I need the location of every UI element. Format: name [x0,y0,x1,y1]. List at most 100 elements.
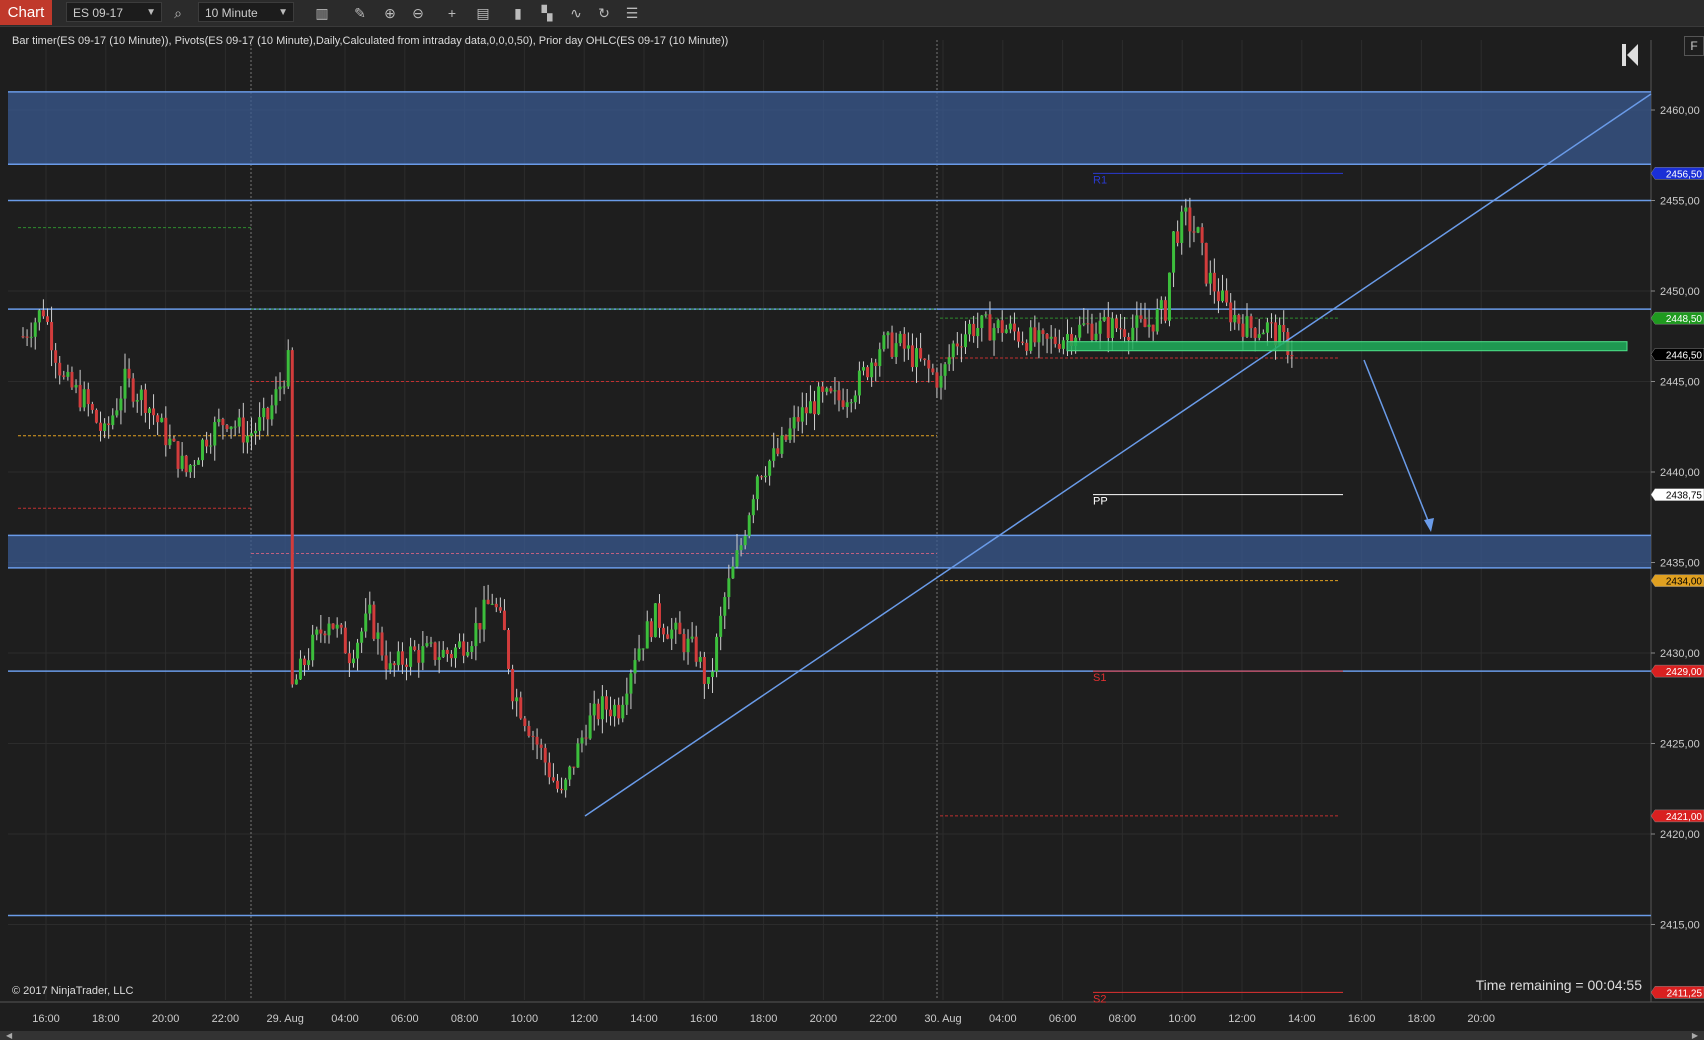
price-zone[interactable] [8,91,1651,165]
price-zone[interactable] [8,535,1651,568]
candle-body [1212,272,1216,292]
candle-body [1131,327,1135,341]
candle-body [992,328,996,341]
candle-body [360,631,364,643]
candle-body [507,629,511,669]
candle-body [821,386,825,392]
candle-body [94,409,98,423]
x-tick-label: 16:00 [32,1013,60,1025]
zoom-out-icon[interactable]: ⊖ [408,3,428,23]
draw-pencil-icon[interactable]: ✎ [350,3,370,23]
search-icon[interactable]: ⌕ [168,3,188,23]
candle-body [458,641,462,648]
candle-body [829,388,833,392]
candle-body [266,408,270,420]
candle-body [711,671,715,677]
candle-body [511,668,515,702]
candle-body [103,423,107,431]
target-rectangle[interactable] [1066,341,1628,352]
price-chart[interactable]: R1 PP S1 S2 2460,00 2455,00 2450,00 2445,00 244… [0,27,1704,1031]
timeframe-selector[interactable]: 10 Minute ▼ [198,2,294,22]
properties-icon[interactable]: ☰ [622,3,642,23]
candle-body [1102,316,1106,321]
candle-body [1221,290,1225,302]
x-tick-label: 12:00 [570,1013,598,1025]
chart-tab[interactable]: Chart [0,0,52,25]
scroll-right-icon[interactable]: ▶ [1692,1031,1698,1040]
candle-body [1249,316,1253,329]
candle-body [535,736,539,745]
candle-body [1172,231,1176,273]
candle-body [657,603,661,628]
candle-body [1155,309,1159,332]
data-box-icon[interactable]: ▤ [473,3,493,23]
candle-body [653,603,657,638]
candle-body [943,364,947,376]
refresh-icon[interactable]: ↻ [594,3,614,23]
candle-body [764,475,768,478]
candle-body [1290,354,1294,357]
candle-body [747,515,751,536]
candle-body [919,348,923,359]
candle-body [29,336,33,338]
candle-body [723,597,727,616]
candle-body [731,566,735,579]
candle-body [115,410,119,416]
candle-body [980,315,984,329]
candle-body [1078,324,1082,338]
horizontal-scrollbar[interactable]: ◀ ▶ [0,1031,1704,1040]
candle-body [698,657,702,662]
x-tick-label: 16:00 [690,1013,718,1025]
candle-body [249,433,253,436]
scroll-left-icon[interactable]: ◀ [6,1031,12,1040]
candle-body [376,632,380,639]
instrument-selector[interactable]: ES 09-17 ▼ [66,2,162,22]
crosshair-icon[interactable]: + [442,3,462,23]
candle-body [274,389,278,406]
zoom-in-icon[interactable]: ⊕ [380,3,400,23]
candle-body [152,408,156,416]
candle-body [1208,272,1212,284]
candle-body [99,422,103,431]
candle-body [311,634,315,661]
candle-body [74,384,78,388]
candle-body [898,333,902,344]
candle-body [625,693,629,705]
x-tick-label: 06:00 [1049,1013,1077,1025]
candle-body [384,655,388,670]
indicators-icon[interactable]: ∿ [566,3,586,23]
candle-body [33,322,37,337]
candle-body [139,389,143,401]
candle-body [433,642,437,660]
candle-body [176,441,180,469]
f-button[interactable]: F [1684,36,1704,56]
candle-body [294,679,298,685]
candle-body [1114,318,1118,329]
candle-body [849,402,853,404]
candle-body [90,404,94,410]
strategies-icon[interactable]: ▚ [537,3,557,23]
candle-body [58,362,62,376]
candle-body [861,367,865,371]
candle-body [66,371,70,377]
candle-body [955,343,959,347]
candle-body [1167,272,1171,321]
candle-body [323,633,327,636]
candle-body [706,676,710,684]
candle-body [523,718,527,727]
candle-body [156,415,160,423]
bar-type-icon[interactable]: ▥ [312,3,332,23]
y-tick-label: 2420,00 [1660,829,1700,841]
candle-body [755,476,759,500]
chevron-down-icon: ▼ [146,7,156,18]
candle-body [160,417,164,423]
chart-trader-icon[interactable]: ▮ [508,3,528,23]
candle-body [1241,323,1245,337]
candle-body [813,401,817,415]
candle-body [1200,227,1204,243]
candle-body [45,316,49,322]
x-tick-label: 14:00 [630,1013,658,1025]
candle-body [449,654,453,659]
candle-body [1045,334,1049,339]
candle-body [1265,322,1269,333]
